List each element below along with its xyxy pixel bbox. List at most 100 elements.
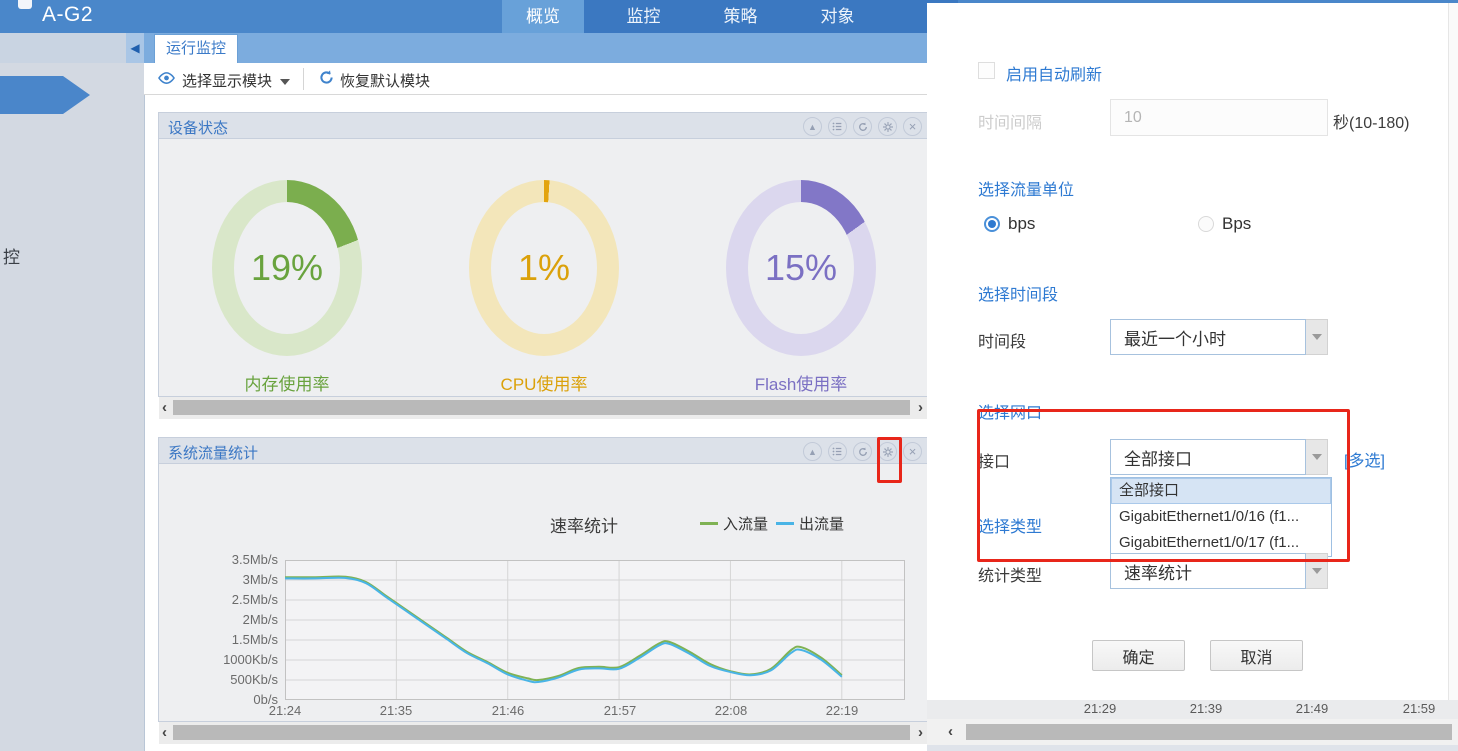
flash-usage-label: Flash使用率: [754, 375, 848, 394]
page-background: [927, 745, 1458, 751]
stat-type-label: 统计类型: [978, 568, 1043, 585]
settings-gear-icon[interactable]: [878, 117, 897, 136]
port-section-title: 选择网口: [978, 405, 1043, 422]
scroll-left-icon[interactable]: ‹: [948, 723, 953, 740]
unit-section-title: 选择流量单位: [978, 182, 1075, 199]
scroll-left-icon[interactable]: ‹: [162, 399, 167, 416]
refresh-icon[interactable]: [853, 117, 872, 136]
cpu-usage-label: CPU使用率: [500, 375, 588, 394]
cpu-usage-gauge: 1%: [469, 180, 619, 356]
stat-type-select[interactable]: 速率统计: [1110, 553, 1306, 589]
nav-tab-monitor[interactable]: 监控: [595, 0, 692, 33]
scroll-left-icon[interactable]: ‹: [162, 724, 167, 741]
stat-type-select-arrow[interactable]: [1306, 553, 1328, 589]
app-title: A-G2: [42, 3, 94, 26]
restore-default-module-button[interactable]: 恢复默认模块: [340, 70, 430, 91]
interface-select[interactable]: 全部接口: [1110, 439, 1306, 475]
flash-usage-value: 15%: [764, 247, 838, 288]
y-tick: 1000Kb/s: [223, 652, 278, 667]
interface-label: 接口: [978, 454, 1011, 471]
interface-option-ge16[interactable]: GigabitEthernet1/0/16 (f1...: [1111, 504, 1331, 530]
device-panel-header: 设备状态 ▲ ×: [158, 112, 930, 139]
bg-x-tick: 21:29: [1083, 701, 1117, 716]
traffic-panel-scroll-thumb[interactable]: [173, 725, 910, 740]
unit-bps-label[interactable]: bps: [1008, 214, 1035, 234]
sidebar-collapse-button[interactable]: ◀: [126, 33, 144, 63]
interface-select-arrow[interactable]: [1306, 439, 1328, 475]
auto-refresh-checkbox[interactable]: [978, 62, 995, 79]
select-display-module-label: 选择显示模块: [182, 73, 273, 90]
x-tick: 21:46: [491, 703, 525, 718]
period-section-title: 选择时间段: [978, 287, 1059, 304]
x-tick: 22:19: [825, 703, 859, 718]
unit-Bps-label[interactable]: Bps: [1222, 214, 1251, 234]
stat-type-value: 速率统计: [1124, 563, 1192, 583]
bg-x-tick: 21:39: [1189, 701, 1223, 716]
settings-gear-icon[interactable]: [878, 442, 897, 461]
refresh-icon[interactable]: [853, 442, 872, 461]
nav-tab-policy[interactable]: 策略: [692, 0, 789, 33]
chevron-down-icon: [280, 79, 291, 86]
flash-usage-gauge: 15%: [726, 180, 876, 356]
x-tick: 21:35: [379, 703, 413, 718]
x-tick: 22:08: [714, 703, 748, 718]
legend-in-label[interactable]: 入流量: [723, 513, 768, 534]
x-tick: 21:24: [268, 703, 302, 718]
interval-input[interactable]: 10: [1110, 99, 1328, 136]
multi-select-link[interactable]: [多选]: [1344, 447, 1385, 471]
dialog-scrollbar-track[interactable]: [1448, 3, 1458, 700]
cancel-button[interactable]: 取消: [1210, 640, 1303, 671]
close-icon[interactable]: ×: [903, 117, 922, 136]
unit-bps-radio[interactable]: [984, 216, 1000, 232]
bg-x-tick: 21:59: [1402, 701, 1436, 716]
background-scroll-thumb[interactable]: [966, 724, 1452, 740]
restore-refresh-icon: [318, 69, 335, 91]
interface-option-all[interactable]: 全部接口: [1111, 478, 1331, 504]
list-icon[interactable]: [828, 442, 847, 461]
type-section-title: 选择类型: [978, 519, 1043, 536]
device-panel-title: 设备状态: [168, 120, 229, 137]
interval-suffix: 秒(10-180): [1333, 115, 1410, 132]
screen: A-G2 概览 监控 策略 对象 网 ◀ 运行监控 控 选择显示模块 恢复默认模…: [0, 0, 1458, 751]
bg-x-tick: 21:49: [1295, 701, 1329, 716]
sidebar-partial-text: 控: [3, 248, 20, 267]
period-select-arrow[interactable]: [1306, 319, 1328, 355]
nav-tab-object[interactable]: 对象: [789, 0, 886, 33]
cpu-usage-value: 1%: [517, 247, 571, 288]
legend-out-swatch: [776, 522, 794, 525]
nav-tab-overview[interactable]: 概览: [502, 0, 584, 33]
auto-refresh-label: 启用自动刷新: [1006, 67, 1103, 84]
memory-usage-value: 19%: [250, 247, 324, 288]
window-chip-icon: [18, 0, 32, 9]
y-tick: 1.5Mb/s: [231, 632, 278, 647]
collapse-icon[interactable]: ▲: [803, 442, 822, 461]
sidebar-header: [0, 33, 126, 63]
memory-usage-label: 内存使用率: [244, 375, 330, 394]
memory-usage-gauge: 19%: [212, 180, 362, 356]
left-sidebar: [0, 63, 144, 751]
interval-label: 时间间隔: [978, 115, 1043, 132]
close-icon[interactable]: ×: [903, 442, 922, 461]
x-tick: 21:57: [603, 703, 637, 718]
scroll-right-icon[interactable]: ›: [918, 724, 923, 741]
period-select[interactable]: 最近一个小时: [1110, 319, 1306, 355]
traffic-panel-title: 系统流量统计: [168, 445, 259, 462]
y-tick: 500Kb/s: [230, 672, 278, 687]
legend-in-swatch: [700, 522, 718, 525]
eye-icon: [157, 71, 176, 90]
traffic-panel-header: 系统流量统计 ▲ ×: [158, 437, 930, 464]
y-tick: 3Mb/s: [242, 572, 278, 587]
unit-Bps-radio[interactable]: [1198, 216, 1214, 232]
y-tick: 2Mb/s: [242, 612, 278, 627]
select-display-module-button[interactable]: 选择显示模块: [182, 70, 291, 91]
collapse-icon[interactable]: ▲: [803, 117, 822, 136]
tab-running-monitor[interactable]: 运行监控: [154, 34, 238, 63]
scroll-right-icon[interactable]: ›: [918, 399, 923, 416]
device-panel-scroll-thumb[interactable]: [173, 400, 910, 415]
traffic-line-chart: [285, 560, 905, 700]
list-icon[interactable]: [828, 117, 847, 136]
legend-out-label[interactable]: 出流量: [799, 513, 844, 534]
ok-button[interactable]: 确定: [1092, 640, 1185, 671]
period-label: 时间段: [978, 334, 1027, 351]
period-value: 最近一个小时: [1124, 329, 1226, 349]
